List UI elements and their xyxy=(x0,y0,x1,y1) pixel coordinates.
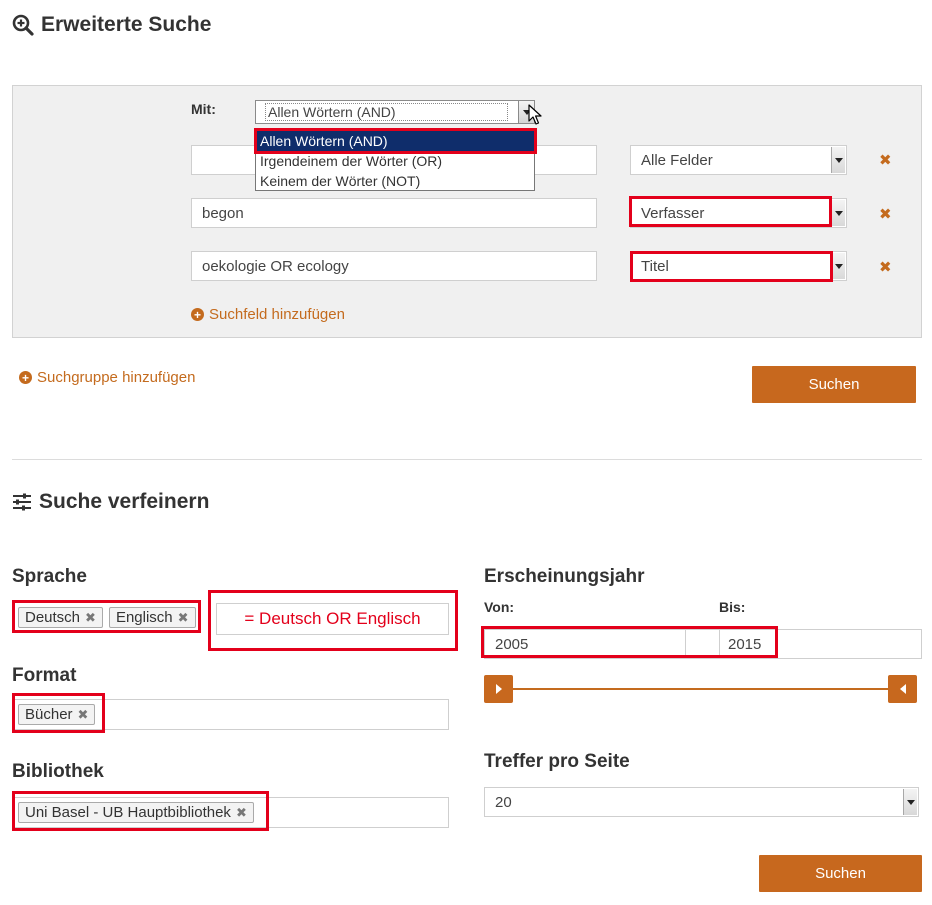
match-select-value: Allen Wörtern (AND) xyxy=(265,103,508,121)
page-title-text: Erweiterte Suche xyxy=(41,13,212,36)
library-label: Bibliothek xyxy=(12,761,104,782)
plus-circle-icon: + xyxy=(191,308,204,321)
highlight-frame xyxy=(12,693,105,733)
highlight-frame xyxy=(254,128,537,154)
chevron-down-icon[interactable] xyxy=(831,253,845,279)
refine-title: Suche verfeinern xyxy=(12,490,209,514)
chevron-down-icon[interactable] xyxy=(831,200,845,226)
year-slider-track[interactable] xyxy=(498,688,904,690)
add-search-group-label: Suchgruppe hinzufügen xyxy=(37,369,196,386)
year-to-label: Bis: xyxy=(719,599,746,615)
search-button[interactable]: Suchen xyxy=(752,366,916,403)
refine-search-button[interactable]: Suchen xyxy=(759,855,922,892)
match-option-or[interactable]: Irgendeinem der Wörter (OR) xyxy=(256,151,534,171)
add-search-field-link[interactable]: + Suchfeld hinzufügen xyxy=(191,306,345,323)
language-label: Sprache xyxy=(12,566,87,587)
language-note: = Deutsch OR Englisch xyxy=(216,603,449,635)
highlight-frame xyxy=(12,600,201,633)
highlight-frame xyxy=(481,626,778,658)
caret-left-icon xyxy=(899,684,906,694)
format-label: Format xyxy=(12,665,77,686)
remove-field-2-icon[interactable]: ✖ xyxy=(879,207,892,222)
search-term-input-2[interactable]: begon xyxy=(191,198,597,228)
match-select[interactable]: Allen Wörtern (AND) xyxy=(255,100,534,124)
per-page-label: Treffer pro Seite xyxy=(484,751,630,772)
plus-circle-icon: + xyxy=(19,371,32,384)
year-from-label: Von: xyxy=(484,599,515,615)
caret-right-icon xyxy=(495,684,502,694)
year-slider-max-handle[interactable] xyxy=(888,675,917,703)
highlight-frame xyxy=(629,196,832,227)
remove-field-3-icon[interactable]: ✖ xyxy=(879,260,892,275)
remove-field-1-icon[interactable]: ✖ xyxy=(879,153,892,168)
match-label: Mit: xyxy=(191,101,216,117)
sliders-icon xyxy=(13,493,31,511)
year-label: Erscheinungsjahr xyxy=(484,566,645,587)
per-page-value: 20 xyxy=(495,793,512,811)
chevron-down-icon[interactable] xyxy=(831,147,845,173)
year-slider-min-handle[interactable] xyxy=(484,675,513,703)
page-title: Erweiterte Suche xyxy=(12,13,211,37)
section-divider xyxy=(12,459,922,460)
zoom-plus-icon xyxy=(12,14,34,36)
add-search-group-link[interactable]: + Suchgruppe hinzufügen xyxy=(19,369,195,386)
refine-title-text: Suche verfeinern xyxy=(39,490,210,513)
add-search-field-label: Suchfeld hinzufügen xyxy=(209,306,345,323)
search-term-input-3[interactable]: oekologie OR ecology xyxy=(191,251,597,281)
chevron-down-icon[interactable] xyxy=(903,789,917,815)
highlight-frame xyxy=(630,251,833,282)
mouse-cursor-icon xyxy=(528,104,542,125)
highlight-frame xyxy=(12,791,269,831)
per-page-select[interactable]: 20 xyxy=(484,787,919,817)
match-option-not[interactable]: Keinem der Wörter (NOT) xyxy=(256,171,534,191)
field-select-1-value: Alle Felder xyxy=(641,151,713,169)
field-select-1[interactable]: Alle Felder xyxy=(630,145,847,175)
